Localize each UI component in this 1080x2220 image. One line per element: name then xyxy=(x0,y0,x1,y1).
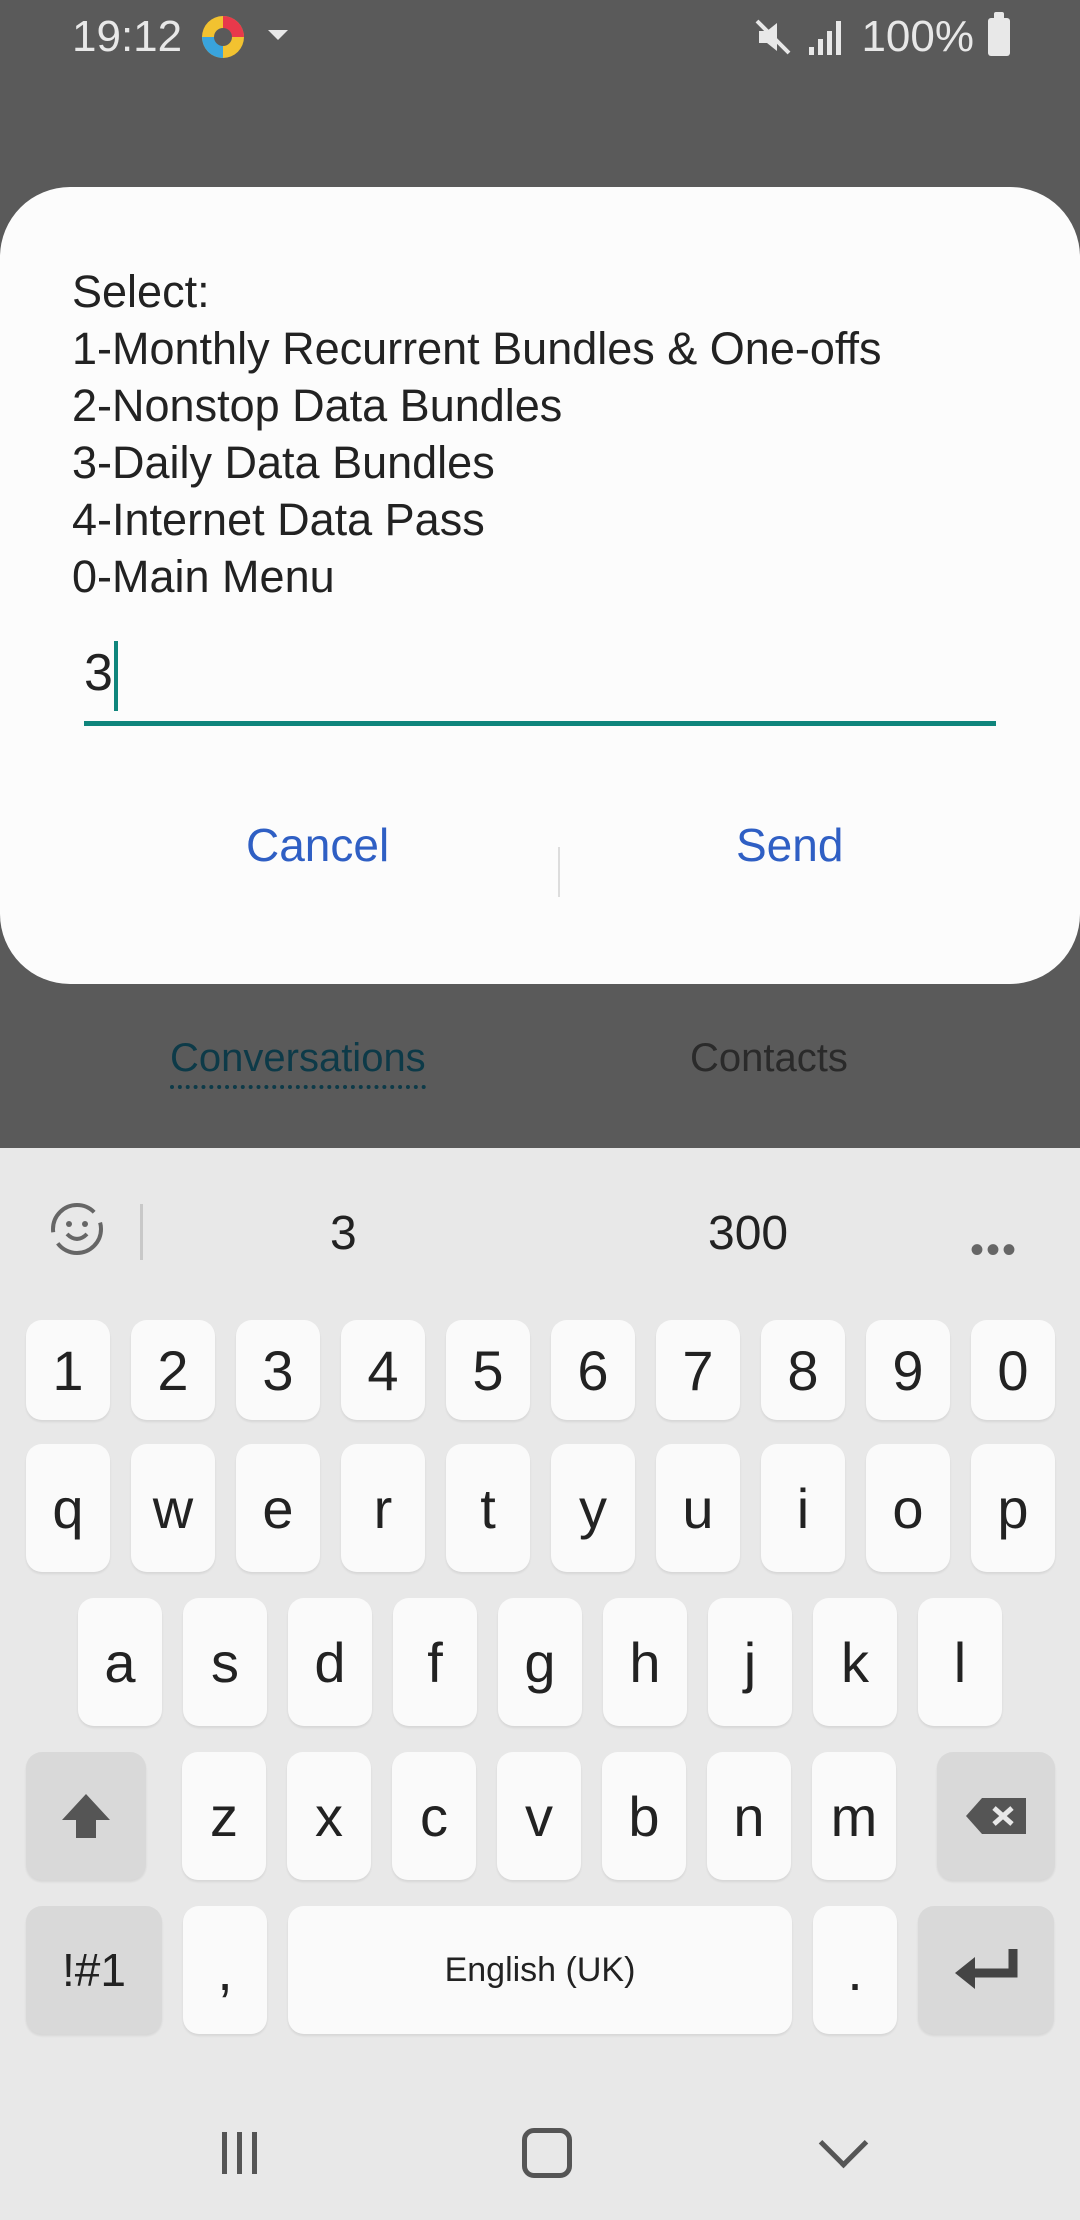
back-icon[interactable] xyxy=(818,2118,869,2169)
battery-percent: 100% xyxy=(861,12,974,61)
message-line: 2-Nonstop Data Bundles xyxy=(72,380,563,431)
key-x[interactable]: x xyxy=(287,1752,371,1880)
key-i[interactable]: i xyxy=(761,1444,845,1572)
text-cursor xyxy=(114,641,118,711)
message-line: 4-Internet Data Pass xyxy=(72,494,485,545)
ussd-dialog: Select: 1-Monthly Recurrent Bundles & On… xyxy=(0,187,1080,984)
key-8[interactable]: 8 xyxy=(761,1320,845,1420)
key-6[interactable]: 6 xyxy=(551,1320,635,1420)
key-g[interactable]: g xyxy=(498,1598,582,1726)
home-icon[interactable] xyxy=(522,2128,572,2178)
backspace-key[interactable] xyxy=(937,1752,1055,1880)
status-icons: 100% xyxy=(753,12,1010,62)
key-q[interactable]: q xyxy=(26,1444,110,1572)
key-1[interactable]: 1 xyxy=(26,1320,110,1420)
enter-key[interactable] xyxy=(918,1906,1054,2034)
suggestion-divider xyxy=(140,1204,143,1260)
key-e[interactable]: e xyxy=(236,1444,320,1572)
mute-icon xyxy=(756,19,791,55)
key-m[interactable]: m xyxy=(812,1752,896,1880)
key-z[interactable]: z xyxy=(182,1752,266,1880)
suggestion-bar: 3 300 ••• xyxy=(0,1148,1080,1318)
reply-input[interactable]: 3 xyxy=(84,637,996,726)
space-key[interactable]: English (UK) xyxy=(288,1906,792,2034)
suggestion-2[interactable]: 300 xyxy=(708,1206,788,1261)
symbols-key[interactable]: !#1 xyxy=(26,1906,162,2034)
send-button[interactable]: Send xyxy=(730,817,849,873)
dialog-message: Select: 1-Monthly Recurrent Bundles & On… xyxy=(72,263,882,605)
shift-key[interactable] xyxy=(26,1752,146,1880)
comma-key[interactable]: , xyxy=(183,1906,267,2034)
enter-icon xyxy=(955,1949,1018,1989)
key-d[interactable]: d xyxy=(288,1598,372,1726)
status-bar: 19:12 100% xyxy=(0,0,1080,72)
key-r[interactable]: r xyxy=(341,1444,425,1572)
key-l[interactable]: l xyxy=(918,1598,1002,1726)
tab-conversations[interactable]: Conversations xyxy=(170,1036,426,1089)
key-w[interactable]: w xyxy=(131,1444,215,1572)
key-p[interactable]: p xyxy=(971,1444,1055,1572)
tab-contacts[interactable]: Contacts xyxy=(690,1036,848,1081)
key-n[interactable]: n xyxy=(707,1752,791,1880)
key-y[interactable]: y xyxy=(551,1444,635,1572)
key-u[interactable]: u xyxy=(656,1444,740,1572)
key-2[interactable]: 2 xyxy=(131,1320,215,1420)
key-h[interactable]: h xyxy=(603,1598,687,1726)
recent-apps-icon[interactable] xyxy=(222,2132,262,2174)
key-4[interactable]: 4 xyxy=(341,1320,425,1420)
battery-icon xyxy=(988,12,1010,56)
message-line: 1-Monthly Recurrent Bundles & One-offs xyxy=(72,323,882,374)
key-7[interactable]: 7 xyxy=(656,1320,740,1420)
key-f[interactable]: f xyxy=(393,1598,477,1726)
status-time: 19:12 xyxy=(72,12,183,61)
notification-expand-icon xyxy=(268,30,288,40)
message-line: 3-Daily Data Bundles xyxy=(72,437,495,488)
key-v[interactable]: v xyxy=(497,1752,581,1880)
emoji-icon[interactable] xyxy=(46,1198,108,1260)
key-5[interactable]: 5 xyxy=(446,1320,530,1420)
key-k[interactable]: k xyxy=(813,1598,897,1726)
key-a[interactable]: a xyxy=(78,1598,162,1726)
key-s[interactable]: s xyxy=(183,1598,267,1726)
key-o[interactable]: o xyxy=(866,1444,950,1572)
backspace-icon xyxy=(966,1798,1026,1834)
key-0[interactable]: 0 xyxy=(971,1320,1055,1420)
signal-icon xyxy=(809,21,842,55)
key-c[interactable]: c xyxy=(392,1752,476,1880)
tab-bar: Conversations Contacts xyxy=(0,1000,1080,1150)
more-icon[interactable]: ••• xyxy=(970,1228,1018,1273)
cancel-button[interactable]: Cancel xyxy=(240,817,395,873)
reply-input-value: 3 xyxy=(84,644,113,702)
message-line: 0-Main Menu xyxy=(72,551,335,602)
message-line: Select: xyxy=(72,266,210,317)
shift-icon xyxy=(62,1794,110,1838)
period-key[interactable]: . xyxy=(813,1906,897,2034)
button-divider xyxy=(558,847,560,897)
suggestion-1[interactable]: 3 xyxy=(330,1206,357,1261)
key-j[interactable]: j xyxy=(708,1598,792,1726)
key-b[interactable]: b xyxy=(602,1752,686,1880)
key-t[interactable]: t xyxy=(446,1444,530,1572)
key-3[interactable]: 3 xyxy=(236,1320,320,1420)
navigation-bar xyxy=(0,2060,1080,2220)
app-notification-icon xyxy=(202,16,244,58)
key-9[interactable]: 9 xyxy=(866,1320,950,1420)
